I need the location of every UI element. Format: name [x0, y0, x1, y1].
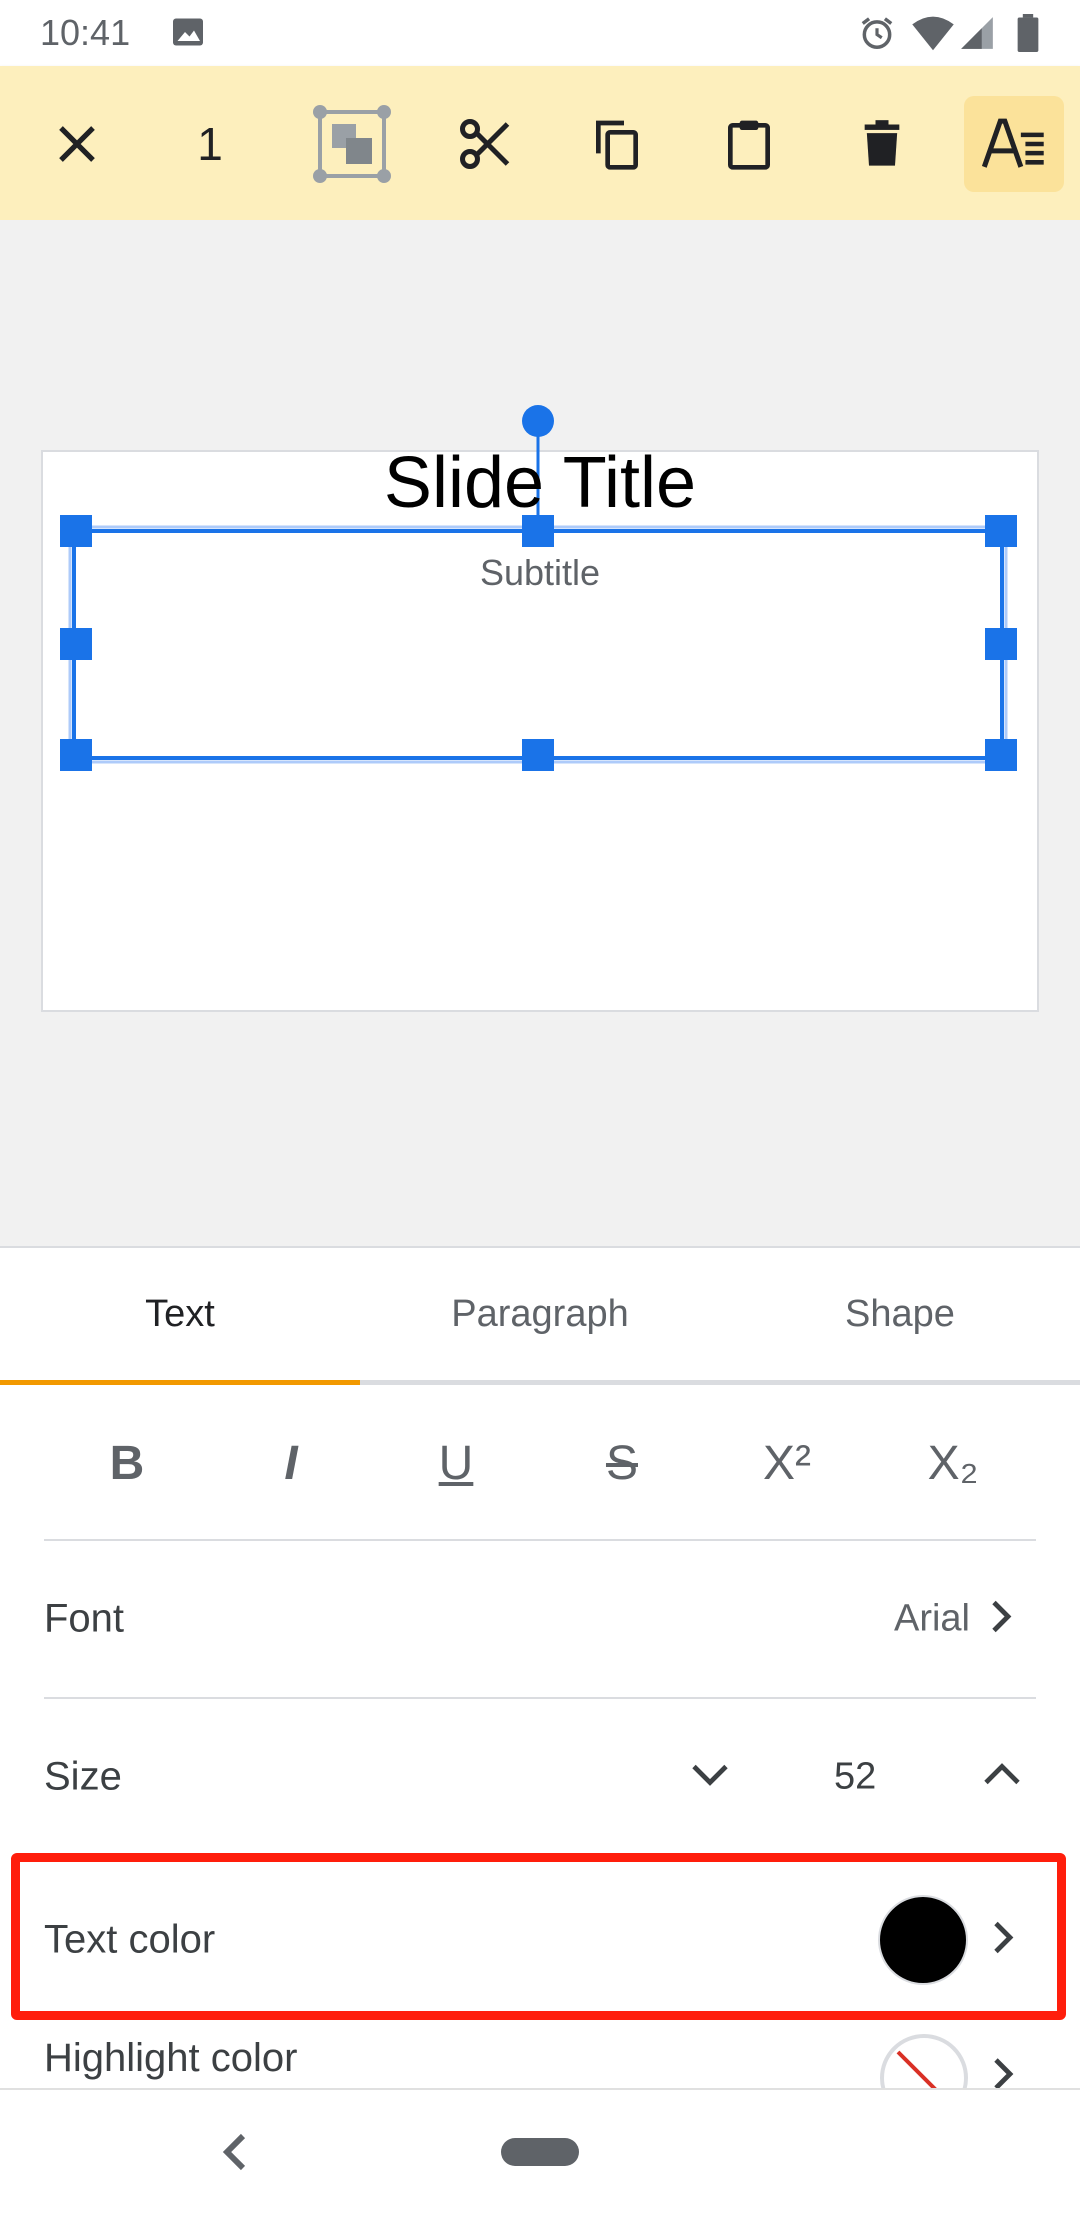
rotate-handle	[522, 405, 554, 437]
tab-paragraph[interactable]: Paragraph	[360, 1248, 720, 1380]
system-nav-bar	[0, 2088, 1080, 2220]
tab-text[interactable]: Text	[0, 1248, 360, 1380]
chevron-down-icon	[692, 1764, 728, 1786]
slide-title[interactable]: Slide Title	[0, 442, 1080, 524]
strikethrough-button[interactable]: S	[577, 1423, 667, 1503]
text-color-swatch	[878, 1895, 968, 1985]
chevron-right-icon	[992, 2056, 1016, 2090]
chevron-up-icon	[984, 1763, 1020, 1785]
back-icon	[222, 2133, 246, 2171]
home-pill[interactable]	[501, 2138, 579, 2166]
font-value: Arial	[893, 1597, 970, 1640]
slide-subtitle[interactable]: Subtitle	[0, 552, 1080, 594]
underline-button[interactable]: U	[411, 1423, 501, 1503]
size-decrease-button[interactable]	[690, 1763, 730, 1792]
size-value[interactable]: 52	[834, 1756, 876, 1799]
text-color-label: Text color	[44, 1917, 216, 1962]
superscript-button[interactable]: X²	[742, 1423, 832, 1503]
format-panel: Text Paragraph Shape B I U S X² X₂ Font …	[0, 1246, 1080, 2090]
italic-button[interactable]: I	[246, 1423, 336, 1503]
selection-box[interactable]	[0, 0, 1080, 1246]
size-label: Size	[44, 1754, 122, 1799]
highlight-color-label: Highlight color	[44, 2036, 298, 2080]
text-color-row[interactable]: Text color	[0, 1862, 1080, 2018]
format-tabs: Text Paragraph Shape	[0, 1248, 1080, 1385]
back-button[interactable]	[218, 2128, 252, 2181]
font-row[interactable]: Font Arial	[0, 1541, 1080, 1697]
subscript-button[interactable]: X₂	[908, 1423, 998, 1503]
size-increase-button[interactable]	[982, 1763, 1022, 1792]
chevron-right-icon	[990, 1599, 1014, 1640]
highlight-color-row[interactable]: Highlight color	[0, 2018, 1080, 2090]
no-color-swatch-icon	[878, 2032, 970, 2090]
tab-shape[interactable]: Shape	[720, 1248, 1080, 1380]
text-style-row: B I U S X² X₂	[0, 1385, 1080, 1541]
bold-button[interactable]: B	[82, 1423, 172, 1503]
font-label: Font	[44, 1596, 125, 1641]
chevron-right-icon	[992, 1920, 1016, 1961]
size-row: Size 52	[0, 1699, 1080, 1855]
